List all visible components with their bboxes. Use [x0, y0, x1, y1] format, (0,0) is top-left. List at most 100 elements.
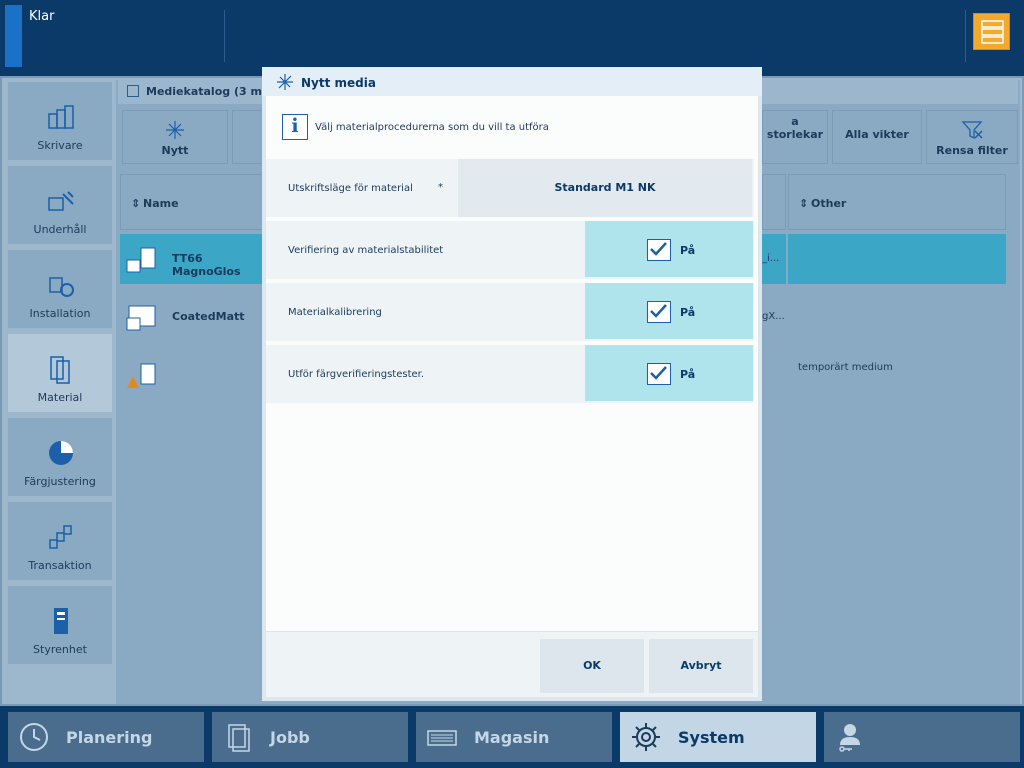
column-header-label: Other [811, 197, 847, 210]
new-media-dialog: Nytt media i Välj materialprocedurerna s… [262, 67, 762, 701]
sparkle-icon [277, 74, 293, 90]
table-cell: gX... [762, 292, 786, 342]
cell-text: _i... [762, 253, 780, 264]
column-header-label: Name [143, 197, 179, 210]
checkmark-icon [650, 304, 667, 318]
table-cell-other [788, 292, 1006, 342]
tray-icon [427, 730, 457, 746]
checkbox[interactable] [647, 239, 671, 261]
new-button-label: Nytt [161, 144, 189, 157]
procedure-label: Materialkalibrering [288, 307, 382, 318]
toggle-state: På [680, 244, 696, 257]
divider [224, 10, 225, 62]
info-icon: i [282, 114, 308, 140]
user-key-icon [839, 724, 860, 752]
nav-item-transaction[interactable]: Transaktion [8, 502, 112, 580]
column-header[interactable] [762, 174, 786, 230]
column-header-other[interactable]: ⇕ Other [788, 174, 1006, 230]
table-cell [762, 350, 786, 400]
server-button[interactable] [973, 13, 1010, 50]
checkmark-icon [650, 242, 667, 256]
all-weights-button[interactable]: Alla vikter [832, 110, 922, 164]
column-header-name[interactable]: ⇕ Name [120, 174, 266, 230]
tab-label: Magasin [474, 728, 550, 747]
dialog-footer: OK Avbryt [266, 631, 758, 697]
clock-icon [20, 723, 48, 751]
toggle-state: På [680, 368, 696, 381]
gear-icon [632, 723, 660, 751]
sparkle-icon [166, 121, 184, 139]
nav-item-printer[interactable]: Skrivare [8, 82, 112, 160]
warning-media-icon [127, 363, 156, 388]
cancel-button[interactable]: Avbryt [649, 639, 753, 693]
row-name: CoatedMatt [172, 310, 245, 323]
all-sizes-label: a storlekar [766, 115, 824, 141]
color-adjust-icon [49, 441, 73, 465]
nav-item-material[interactable]: Material [8, 334, 112, 412]
procedure-row: Materialkalibrering På [266, 283, 754, 341]
tab-label: System [678, 728, 745, 747]
sort-icon: ⇕ [799, 197, 809, 210]
nav-item-installation[interactable]: Installation [8, 250, 112, 328]
info-text: Välj materialprocedurerna som du vill ta… [315, 122, 549, 133]
controller-icon [54, 608, 68, 634]
table-row[interactable]: CoatedMatt [120, 292, 266, 342]
table-row[interactable] [120, 350, 266, 400]
table-row[interactable]: TT66 MagnoGlos [120, 234, 266, 284]
procedure-toggle[interactable]: På [585, 221, 753, 277]
nav-item-maintenance[interactable]: Underhåll [8, 166, 112, 244]
checkbox[interactable] [647, 363, 671, 385]
nav-item-color-adjust[interactable]: Färgjustering [8, 418, 112, 496]
tab-planning[interactable]: Planering [8, 712, 204, 762]
field-label: Utskriftsläge för material [288, 183, 413, 194]
jobs-icon [228, 724, 250, 752]
left-nav: Skrivare Underhåll Installation Material… [6, 80, 114, 704]
all-sizes-button[interactable]: a storlekar [762, 110, 828, 164]
checkbox[interactable] [647, 301, 671, 323]
status-text: Klar [29, 9, 55, 24]
procedure-row: Utför färgverifieringstester. På [266, 345, 754, 403]
dialog-title-bar: Nytt media [262, 67, 762, 96]
nav-label: Installation [29, 307, 91, 320]
tab-tray[interactable]: Magasin [416, 712, 612, 762]
procedure-row: Verifiering av materialstabilitet På [266, 221, 754, 279]
procedure-label: Utför färgverifieringstester. [288, 369, 425, 380]
toolbar-button[interactable] [232, 110, 264, 164]
table-cell-other [788, 234, 1006, 284]
dialog-title: Nytt media [301, 76, 376, 90]
tab-label: Jobb [270, 728, 310, 747]
nav-label: Styrenhet [33, 643, 87, 656]
tab-user[interactable] [824, 712, 1020, 762]
clear-filter-label: Rensa filter [936, 144, 1008, 157]
nav-label: Material [37, 391, 83, 404]
server-icon [981, 20, 1004, 44]
sort-icon: ⇕ [131, 197, 141, 210]
procedure-label: Verifiering av materialstabilitet [288, 245, 444, 256]
printer-icon [48, 105, 74, 129]
bottom-tab-bar: Planering Jobb Magasin System [0, 706, 1024, 768]
print-mode-row: Utskriftsläge för material * Standard M1… [266, 159, 754, 217]
ok-button[interactable]: OK [540, 639, 644, 693]
status-indicator [5, 5, 22, 67]
cell-text: temporärt medium [798, 362, 893, 373]
tab-system[interactable]: System [620, 712, 816, 762]
nav-label: Underhåll [33, 223, 87, 236]
maintenance-icon [48, 191, 74, 211]
tab-jobs[interactable]: Jobb [212, 712, 408, 762]
nav-label: Färgjustering [24, 475, 96, 488]
clear-filter-button[interactable]: Rensa filter [926, 110, 1018, 164]
media-sheet-icon [126, 305, 156, 331]
toggle-state: På [680, 306, 696, 319]
clear-filter-icon [961, 121, 983, 140]
tab-label: Planering [66, 728, 153, 747]
required-marker: * [438, 182, 443, 193]
table-cell-other: temporärt medium [788, 350, 1006, 400]
print-mode-select[interactable]: Standard M1 NK [458, 159, 752, 217]
transaction-icon [49, 525, 72, 549]
procedure-toggle[interactable]: På [585, 345, 753, 401]
new-button[interactable]: Nytt [122, 110, 228, 164]
procedure-toggle[interactable]: På [585, 283, 753, 339]
status-bar: Klar [0, 0, 1024, 76]
all-weights-label: Alla vikter [845, 128, 909, 141]
nav-item-controller[interactable]: Styrenhet [8, 586, 112, 664]
